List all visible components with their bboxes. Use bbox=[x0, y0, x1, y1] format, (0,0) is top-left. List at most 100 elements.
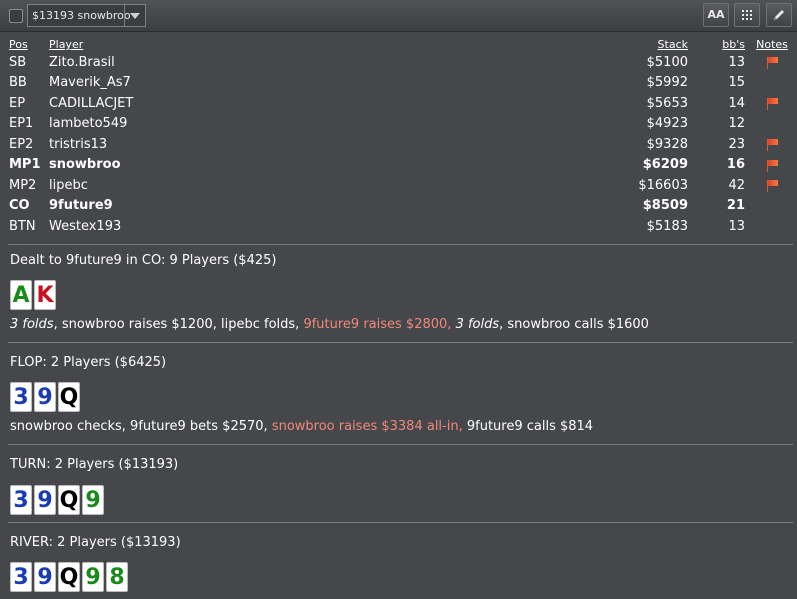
grid-view-button[interactable] bbox=[734, 3, 760, 27]
edit-notes-button[interactable] bbox=[766, 3, 792, 27]
grid-icon bbox=[742, 10, 752, 20]
flop-title: FLOP: 2 Players ($6425) bbox=[10, 355, 167, 370]
font-size-button[interactable]: AA bbox=[703, 3, 729, 27]
playing-card: Q bbox=[58, 562, 80, 592]
divider bbox=[8, 244, 793, 245]
table-row[interactable]: MP1 snowbroo $6209 16 bbox=[4, 155, 793, 176]
chevron-down-icon bbox=[130, 13, 140, 19]
note-flag-icon[interactable] bbox=[766, 180, 779, 193]
player-stack: $8509 bbox=[642, 198, 688, 214]
divider bbox=[8, 342, 793, 343]
player-name: snowbroo bbox=[49, 157, 121, 173]
player-notes[interactable] bbox=[751, 114, 793, 135]
preflop-actions: 3 folds, snowbroo raises $1200, lipebc f… bbox=[10, 317, 649, 332]
player-bbs: 13 bbox=[728, 218, 745, 234]
player-bbs: 13 bbox=[728, 54, 745, 70]
header-player[interactable]: Player bbox=[49, 37, 608, 52]
player-name: Westex193 bbox=[49, 218, 122, 234]
note-flag-icon[interactable] bbox=[766, 98, 779, 111]
divider bbox=[8, 522, 793, 523]
player-bbs: 21 bbox=[726, 198, 745, 214]
flop-actions: snowbroo checks, 9future9 bets $2570, sn… bbox=[10, 419, 593, 434]
pencil-icon bbox=[774, 10, 784, 20]
player-bbs: 42 bbox=[728, 177, 745, 193]
player-bbs: 16 bbox=[726, 157, 745, 173]
select-hand-checkbox[interactable] bbox=[9, 9, 23, 23]
header-notes[interactable]: Notes bbox=[751, 37, 793, 52]
table-row[interactable]: EP2 tristris13 $9328 23 bbox=[4, 134, 793, 155]
player-pos: BB bbox=[9, 75, 27, 91]
note-flag-icon[interactable] bbox=[766, 57, 779, 70]
turn-title: TURN: 2 Players ($13193) bbox=[10, 457, 179, 472]
player-notes[interactable] bbox=[751, 155, 793, 176]
player-pos: EP1 bbox=[9, 116, 34, 132]
table-row[interactable]: EP1 lambeto549 $4923 12 bbox=[4, 114, 793, 135]
note-flag-icon[interactable] bbox=[766, 159, 779, 172]
players-table: Pos Player Stack bb's Notes SB Zito.Brasi… bbox=[4, 37, 793, 237]
player-pos: MP1 bbox=[9, 157, 41, 173]
player-stack: $9328 bbox=[646, 136, 688, 152]
action-segment: snowbroo raises $3384 all-in, bbox=[271, 419, 467, 434]
player-stack: $5992 bbox=[646, 75, 688, 91]
action-segment: 3 folds bbox=[10, 317, 54, 332]
dropdown-arrow-button[interactable] bbox=[124, 5, 145, 26]
playing-card: Q bbox=[58, 382, 80, 412]
header-stack[interactable]: Stack bbox=[608, 37, 693, 52]
table-row[interactable]: BB Maverik_As7 $5992 15 bbox=[4, 73, 793, 94]
font-size-icon: AA bbox=[707, 8, 725, 21]
player-notes[interactable] bbox=[751, 52, 793, 73]
playing-card: A bbox=[10, 280, 32, 310]
player-name: Maverik_As7 bbox=[49, 75, 131, 91]
player-name: CADILLACJET bbox=[49, 95, 134, 111]
player-stack: $5183 bbox=[646, 218, 688, 234]
player-name: Zito.Brasil bbox=[49, 54, 115, 70]
player-notes[interactable] bbox=[751, 73, 793, 94]
player-pos: BTN bbox=[9, 218, 36, 234]
player-stack: $5653 bbox=[646, 95, 688, 111]
action-segment: 9future9 raises $2800, bbox=[303, 317, 456, 332]
table-row[interactable]: EP CADILLACJET $5653 14 bbox=[4, 93, 793, 114]
player-pos: MP2 bbox=[9, 177, 37, 193]
preflop-title: Dealt to 9future9 in CO: 9 Players ($425… bbox=[10, 253, 277, 268]
player-notes[interactable] bbox=[751, 93, 793, 114]
table-row[interactable]: MP2 lipebc $16603 42 bbox=[4, 175, 793, 196]
player-name: lipebc bbox=[49, 177, 88, 193]
player-notes[interactable] bbox=[751, 196, 793, 217]
player-bbs: 14 bbox=[728, 95, 745, 111]
divider bbox=[8, 444, 793, 445]
player-bbs: 23 bbox=[728, 136, 745, 152]
player-stack: $4923 bbox=[646, 116, 688, 132]
header-bbs[interactable]: bb's bbox=[693, 37, 751, 52]
player-pos: EP2 bbox=[9, 136, 34, 152]
action-segment: 9future9 calls $814 bbox=[466, 419, 594, 434]
action-segment: , snowbroo raises $1200, lipebc folds, bbox=[53, 317, 304, 332]
action-segment: 3 folds bbox=[455, 317, 500, 332]
hand-select-dropdown[interactable]: $13193 snowbroo bbox=[27, 4, 146, 27]
table-header-row: Pos Player Stack bb's Notes bbox=[4, 37, 793, 52]
player-notes[interactable] bbox=[751, 175, 793, 196]
player-notes[interactable] bbox=[751, 216, 793, 237]
player-name: lambeto549 bbox=[49, 116, 128, 132]
playing-card: 9 bbox=[82, 485, 104, 515]
action-segment: , snowbroo calls $1600 bbox=[499, 317, 649, 332]
header-pos[interactable]: Pos bbox=[4, 37, 49, 52]
action-segment: snowbroo checks, 9future9 bets $2570, bbox=[10, 419, 272, 434]
player-stack: $16603 bbox=[638, 177, 688, 193]
playing-card: 3 bbox=[10, 562, 32, 592]
playing-card: 9 bbox=[82, 562, 104, 592]
playing-card: K bbox=[34, 280, 56, 310]
player-stack: $5100 bbox=[646, 54, 688, 70]
table-row[interactable]: SB Zito.Brasil $5100 13 bbox=[4, 52, 793, 73]
table-row[interactable]: BTN Westex193 $5183 13 bbox=[4, 216, 793, 237]
toolbar: $13193 snowbroo AA bbox=[0, 0, 797, 32]
playing-card: 9 bbox=[34, 562, 56, 592]
playing-card: 9 bbox=[34, 485, 56, 515]
player-notes[interactable] bbox=[751, 134, 793, 155]
playing-card: Q bbox=[58, 485, 80, 515]
playing-card: 3 bbox=[10, 485, 32, 515]
playing-card: 3 bbox=[10, 382, 32, 412]
player-pos: EP bbox=[9, 95, 26, 111]
note-flag-icon[interactable] bbox=[766, 139, 779, 152]
player-stack: $6209 bbox=[642, 157, 688, 173]
table-row[interactable]: CO 9future9 $8509 21 bbox=[4, 196, 793, 217]
